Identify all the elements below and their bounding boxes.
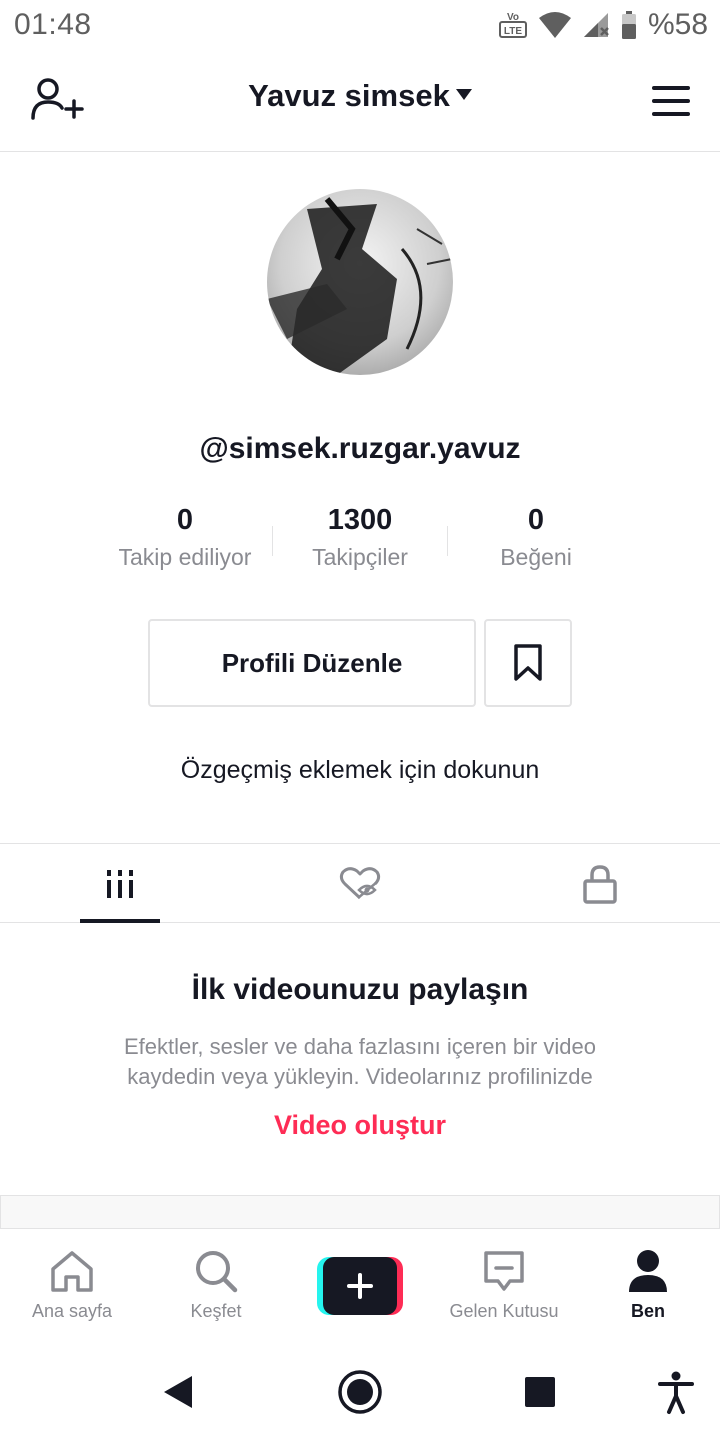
status-icons: LTE Vo %58 <box>498 8 708 42</box>
nav-inbox[interactable]: Gelen Kutusu <box>432 1247 576 1337</box>
bookmark-button[interactable] <box>484 619 572 707</box>
home-icon <box>51 1251 93 1292</box>
content-strip <box>0 1195 720 1228</box>
home-circle-icon <box>338 1370 382 1414</box>
active-tab-indicator <box>80 919 160 923</box>
plus-icon-bar <box>347 1284 373 1288</box>
stat-label: Takipçiler <box>312 544 408 570</box>
tab-private[interactable] <box>480 844 720 923</box>
menu-button[interactable] <box>652 86 690 116</box>
recents-icon <box>525 1377 555 1407</box>
account-switcher[interactable]: Yavuz simsek <box>0 78 720 114</box>
signal-icon <box>583 13 609 37</box>
stat-followers[interactable]: 1300 Takipçiler <box>270 500 450 571</box>
menu-icon-bar <box>652 112 690 116</box>
empty-state-description: Efektler, sesler ve daha fazlasını içere… <box>123 1034 597 1089</box>
menu-icon <box>652 86 690 90</box>
profile-header: Yavuz simsek <box>0 50 720 152</box>
account-name: Yavuz simsek <box>248 78 450 113</box>
bio-prompt[interactable]: Özgeçmiş eklemek için dokunun <box>0 756 720 785</box>
stat-value: 0 <box>527 504 545 536</box>
avatar-image <box>267 197 453 375</box>
svg-text:Vo: Vo <box>507 12 519 23</box>
back-button[interactable] <box>154 1368 202 1416</box>
nav-label: Ben <box>630 1301 665 1321</box>
stat-label: Beğeni <box>500 544 572 570</box>
status-time: 01:48 <box>14 8 92 41</box>
bottom-nav: Ana sayfa Keşfet Gelen Kutusu Ben <box>0 1228 720 1338</box>
stat-label: Takip ediliyor <box>118 544 252 570</box>
create-button[interactable] <box>317 1257 403 1315</box>
battery-icon <box>621 11 636 39</box>
back-icon <box>164 1376 192 1408</box>
home-system-button[interactable] <box>336 1368 384 1416</box>
wifi-icon <box>538 12 571 38</box>
system-nav-bar <box>0 1338 720 1440</box>
create-video-link[interactable]: Video oluştur <box>0 1110 720 1141</box>
nav-discover[interactable]: Keşfet <box>144 1247 288 1337</box>
status-bar: 01:48 LTE Vo %58 <box>0 0 720 50</box>
edit-profile-button[interactable]: Profili Düzenle <box>148 619 476 707</box>
avatar[interactable] <box>267 189 453 375</box>
liked-hidden-icon <box>339 866 381 899</box>
menu-icon-bar <box>652 99 690 103</box>
svg-text:LTE: LTE <box>504 26 522 37</box>
lock-icon <box>583 864 617 904</box>
nav-profile[interactable]: Ben <box>576 1247 720 1337</box>
nav-label: Ana sayfa <box>31 1301 113 1321</box>
battery-percent: %58 <box>647 8 708 41</box>
accessibility-button[interactable] <box>652 1368 700 1416</box>
empty-state-title: İlk videounuzu paylaşın <box>191 973 529 1006</box>
accessibility-icon <box>658 1371 694 1414</box>
recents-button[interactable] <box>516 1368 564 1416</box>
profile-tabs <box>0 843 720 923</box>
profile-stats: 0 Takip ediliyor 1300 Takipçiler 0 Beğen… <box>0 500 720 590</box>
bookmark-icon <box>514 644 542 681</box>
caret-down-icon <box>455 89 472 101</box>
tab-videos[interactable] <box>0 844 240 923</box>
nav-home[interactable]: Ana sayfa <box>0 1247 144 1337</box>
nav-label: Keşfet <box>190 1301 242 1321</box>
videos-grid-icon <box>107 869 133 898</box>
nav-label: Gelen Kutusu <box>449 1301 559 1321</box>
username: @simsek.ruzgar.yavuz <box>199 432 521 465</box>
profile-icon <box>629 1250 667 1292</box>
stat-value: 1300 <box>327 504 393 536</box>
inbox-icon <box>484 1251 524 1291</box>
search-icon <box>196 1251 238 1293</box>
stat-following[interactable]: 0 Takip ediliyor <box>95 500 275 571</box>
stat-likes[interactable]: 0 Beğeni <box>446 500 626 571</box>
stat-value: 0 <box>176 504 194 536</box>
tab-liked[interactable] <box>240 844 480 923</box>
volte-icon: LTE Vo <box>498 12 527 38</box>
